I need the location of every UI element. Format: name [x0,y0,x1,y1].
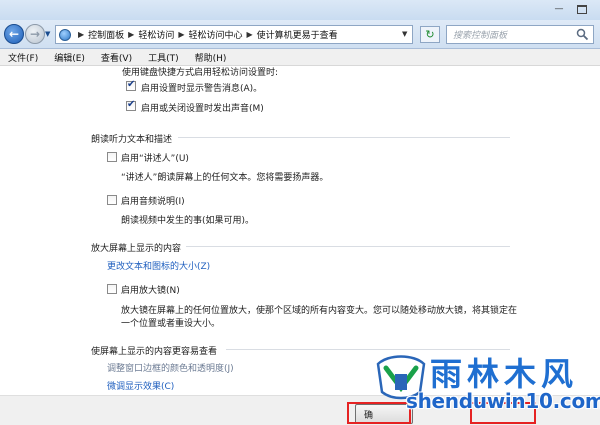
watermark-url: shenduwin10.com [406,389,600,413]
back-arrow-icon: ← [8,27,20,41]
narrator-description: “讲述人”朗读屏幕上的任何文本。您将需要扬声器。 [121,173,329,183]
narrator-checkbox[interactable] [107,152,117,162]
menu-file[interactable]: 文件(F) [8,51,38,64]
chevron-right-icon[interactable]: ▶ [247,30,253,39]
chevron-right-icon[interactable]: ▶ [128,30,134,39]
search-icon [576,28,589,41]
highlight-box [347,402,411,424]
refresh-icon: ↻ [425,28,435,41]
menu-edit[interactable]: 编辑(E) [54,51,85,64]
maximize-button[interactable] [575,3,589,15]
audio-description-text: 朗读视频中发生的事(如果可用)。 [121,216,255,226]
search-input[interactable]: 搜索控制面板 [446,25,594,44]
refresh-button[interactable]: ↻ [420,26,440,43]
warning-message-checkbox[interactable] [126,79,136,91]
chevron-right-icon[interactable]: ▶ [78,30,84,39]
settings-content: 使用键盘快捷方式启用轻松访问设置时: 启用设置时显示警告消息(A)。 启用或关闭… [0,66,600,395]
menu-tools[interactable]: 工具(T) [148,51,179,64]
breadcrumb-ease-of-access-center[interactable]: 轻松访问中心 [189,28,243,41]
magnifier-label[interactable]: 启用放大镜(N) [121,283,180,296]
search-placeholder: 搜索控制面板 [453,31,508,41]
shortcut-settings-text: 使用键盘快捷方式启用轻松访问设置时: [122,68,279,78]
address-field[interactable]: ▶ 控制面板 ▶ 轻松访问 ▶ 轻松访问中心 ▶ 使计算机更易于查看 [55,25,413,44]
address-dropdown-icon[interactable]: ▼ [402,30,407,38]
minimize-icon: — [554,4,564,14]
breadcrumb-make-computer-easier-to-see[interactable]: 使计算机更易于查看 [257,28,338,41]
fine-tune-display-link[interactable]: 微调显示效果(C) [107,379,174,392]
breadcrumb-ease-of-access[interactable]: 轻松访问 [138,28,174,41]
magnifier-description-continued: 一个位置或者重设大小。 [121,319,221,329]
section-heading-narrator: 朗读听力文本和描述 [91,135,173,145]
breadcrumb-control-panel[interactable]: 控制面板 [88,28,124,41]
section-divider [178,137,510,138]
control-panel-icon [59,28,71,41]
address-toolbar: ← → ▼ ▶ 控制面板 ▶ 轻松访问 ▶ 轻松访问中心 ▶ 使计算机更易于查看… [0,20,600,49]
forward-button[interactable]: → [25,24,45,44]
forward-arrow-icon: → [29,27,41,41]
section-heading-magnify: 放大屏幕上显示的内容 [91,244,182,254]
window-border-color-link[interactable]: 调整窗口边框的颜色和透明度(J) [107,361,234,374]
title-bar: — [0,0,600,20]
menu-help[interactable]: 帮助(H) [195,51,227,64]
audio-description-label[interactable]: 启用音频说明(I) [121,194,185,207]
magnifier-description: 放大镜在屏幕上的任何位置放大，使那个区域的所有内容变大。您可以随处移动放大镜，将… [121,306,518,316]
chevron-right-icon[interactable]: ▶ [178,30,184,39]
warning-message-label[interactable]: 启用设置时显示警告消息(A)。 [141,81,262,94]
change-text-size-link[interactable]: 更改文本和图标的大小(Z) [107,259,210,272]
history-dropdown-icon[interactable]: ▼ [45,30,50,38]
menu-bar: 文件(F) 编辑(E) 查看(V) 工具(T) 帮助(H) [0,49,600,66]
sound-label[interactable]: 启用或关闭设置时发出声音(M) [141,101,264,114]
section-divider [186,246,510,247]
narrator-label[interactable]: 启用“讲述人”(U) [121,151,189,164]
menu-view[interactable]: 查看(V) [101,51,132,64]
magnifier-checkbox[interactable] [107,284,117,294]
section-heading-easier-to-see: 使屏幕上显示的内容更容易查看 [91,347,218,357]
audio-description-checkbox[interactable] [107,195,117,205]
sound-checkbox[interactable] [126,99,136,111]
minimize-button[interactable]: — [552,3,566,15]
back-button[interactable]: ← [4,24,24,44]
